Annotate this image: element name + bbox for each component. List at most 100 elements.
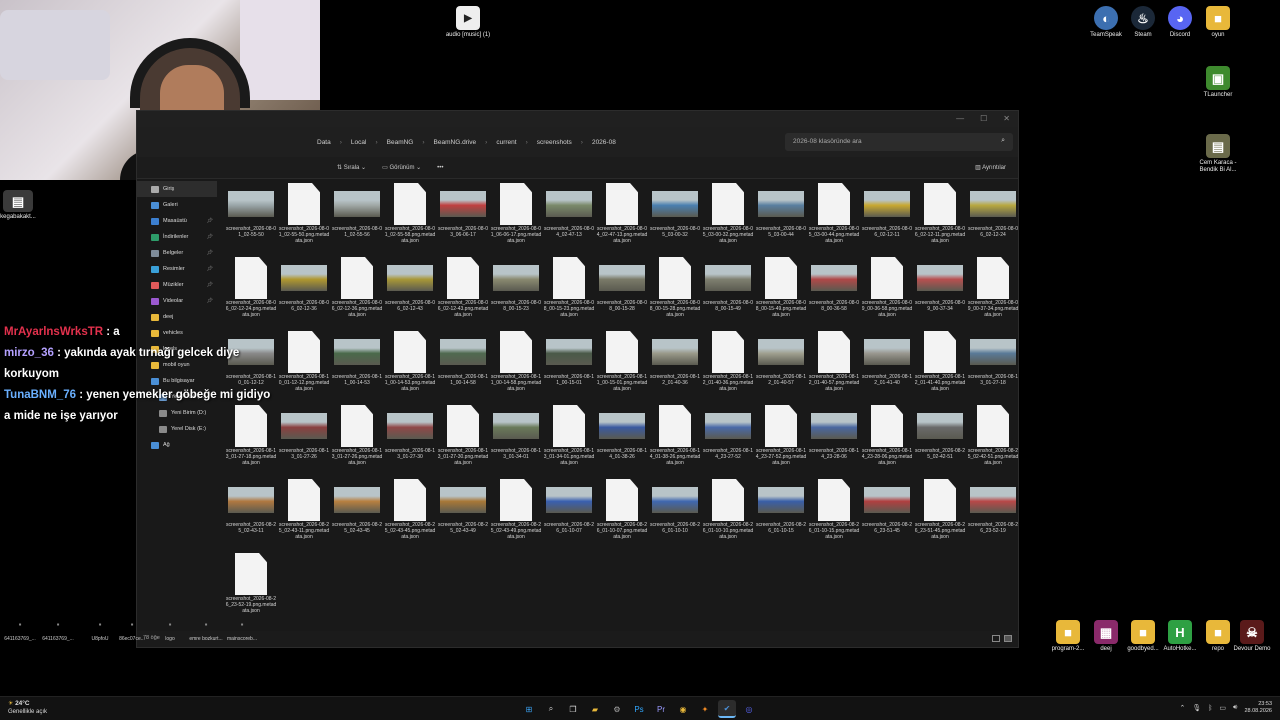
json-file-item[interactable]: screenshot_2026-08-25_02-43-45.png.metad… <box>384 479 436 540</box>
image-file-item[interactable]: screenshot_2026-08-05_03-00-32 <box>649 183 701 238</box>
breadcrumb-beamng-drive[interactable]: BeamNG.drive <box>434 139 477 146</box>
breadcrumb-data[interactable]: Data <box>317 139 331 146</box>
image-file-item[interactable]: screenshot_2026-08-14_23-28-06 <box>808 405 860 460</box>
json-file-item[interactable]: screenshot_2026-08-09_00-37-34.png.metad… <box>967 257 1019 318</box>
breadcrumb-2026-08[interactable]: 2026-08 <box>592 139 616 146</box>
json-file-item[interactable]: screenshot_2026-08-26_23-51-45.png.metad… <box>914 479 966 540</box>
nav-item[interactable]: Müzikler 📌︎ <box>137 277 217 293</box>
nav-item[interactable]: Ağ <box>137 437 217 453</box>
discord-taskbar-icon[interactable]: ◎ <box>740 700 758 718</box>
json-file-item[interactable]: screenshot_2026-08-14_23-28-06.png.metad… <box>861 405 913 466</box>
json-file-item[interactable]: screenshot_2026-08-06_02-12-11.png.metad… <box>914 183 966 244</box>
network-icon[interactable]: ▭ <box>1219 704 1226 712</box>
nav-item[interactable]: Belgeler 📌︎ <box>137 245 217 261</box>
nav-item[interactable]: Giriş <box>137 181 217 197</box>
image-file-item[interactable]: screenshot_2026-08-25_02-43-45 <box>331 479 383 534</box>
json-file-item[interactable]: screenshot_2026-08-05_03-00-32.png.metad… <box>702 183 754 244</box>
json-file-item[interactable]: screenshot_2026-08-05_03-00-44.png.metad… <box>808 183 860 244</box>
nav-item[interactable]: Galeri <box>137 197 217 213</box>
image-file-item[interactable]: screenshot_2026-08-01_02-55-50 <box>225 183 277 238</box>
json-file-item[interactable]: screenshot_2026-08-11_00-15-01.png.metad… <box>596 331 648 392</box>
json-file-item[interactable]: screenshot_2026-08-26_23-52-19.png.metad… <box>225 553 277 614</box>
nav-item[interactable]: Videolar 📌︎ <box>137 293 217 309</box>
desktop-icon-tlauncher[interactable]: ▣ TLauncher <box>1190 66 1246 99</box>
minimize-button[interactable]: — <box>956 114 964 123</box>
json-file-item[interactable]: screenshot_2026-08-04_02-47-13.png.metad… <box>596 183 648 244</box>
image-file-item[interactable]: screenshot_2026-08-11_00-14-58 <box>437 331 489 386</box>
json-file-item[interactable]: screenshot_2026-08-01_06-06-17.png.metad… <box>490 183 542 244</box>
image-file-item[interactable]: screenshot_2026-08-04_02-47-13 <box>543 183 595 238</box>
weather-widget[interactable]: ☀ 24°C Genellikle açık <box>8 700 47 716</box>
sort-button[interactable]: ⇅ Sırala ⌄ <box>337 164 366 171</box>
image-file-item[interactable]: screenshot_2026-08-06_02-12-36 <box>278 257 330 312</box>
json-file-item[interactable]: screenshot_2026-08-06_02-12-24.png.metad… <box>225 257 277 318</box>
chevron-up-icon[interactable]: ⌃ <box>1179 704 1185 712</box>
image-file-item[interactable]: screenshot_2026-08-05_03-00-44 <box>755 183 807 238</box>
json-file-item[interactable]: screenshot_2026-08-13_01-34-01.png.metad… <box>543 405 595 466</box>
desktop-icon-side-tile[interactable]: ▤ kegabakakt... <box>0 190 36 221</box>
desktop-icon-audio[interactable]: ▶ audio [music] (1) <box>440 6 496 39</box>
image-file-item[interactable]: screenshot_2026-08-12_01-40-57 <box>755 331 807 386</box>
beamng-icon[interactable]: ✦ <box>696 700 714 718</box>
details-pane-button[interactable]: ▥ Ayrıntılar <box>975 164 1006 171</box>
image-file-item[interactable]: screenshot_2026-08-06_02-12-43 <box>384 257 436 312</box>
json-file-item[interactable]: screenshot_2026-08-13_01-27-30.png.metad… <box>437 405 489 466</box>
image-file-item[interactable]: screenshot_2026-08-25_02-42-51 <box>914 405 966 460</box>
json-file-item[interactable]: screenshot_2026-08-25_02-42-51.png.metad… <box>967 405 1019 466</box>
json-file-item[interactable]: screenshot_2026-08-25_02-43-11.png.metad… <box>278 479 330 540</box>
image-file-item[interactable]: screenshot_2026-08-25_02-43-11 <box>225 479 277 534</box>
image-file-item[interactable]: screenshot_2026-08-09_00-37-34 <box>914 257 966 312</box>
json-file-item[interactable]: screenshot_2026-08-06_02-12-36.png.metad… <box>331 257 383 318</box>
image-file-item[interactable]: screenshot_2026-08-08_00-15-23 <box>490 257 542 312</box>
view-button[interactable]: ▭ Görünüm ⌄ <box>382 164 421 171</box>
details-view-icon[interactable] <box>992 635 1000 642</box>
image-file-item[interactable]: screenshot_2026-08-11_00-15-01 <box>543 331 595 386</box>
nav-item[interactable]: Masaüstü 📌︎ <box>137 213 217 229</box>
nav-item[interactable]: İndirilenler 📌︎ <box>137 229 217 245</box>
image-file-item[interactable]: screenshot_2026-08-08_00-36-58 <box>808 257 860 312</box>
file-explorer-icon[interactable]: ▰ <box>586 700 604 718</box>
json-file-item[interactable]: screenshot_2026-08-09_00-36-58.png.metad… <box>861 257 913 318</box>
json-file-item[interactable]: screenshot_2026-08-06_02-12-43.png.metad… <box>437 257 489 318</box>
json-file-item[interactable]: screenshot_2026-08-01_02-55-58.png.metad… <box>384 183 436 244</box>
desktop-mini-icon[interactable]: ▪ 641163769_... <box>38 620 78 642</box>
image-file-item[interactable]: screenshot_2026-08-08_00-15-28 <box>596 257 648 312</box>
image-file-item[interactable]: screenshot_2026-08-26_23-52-19 <box>967 479 1019 534</box>
desktop-mini-icon[interactable]: ▪ mainscoreb... <box>222 620 262 642</box>
json-file-item[interactable]: screenshot_2026-08-12_01-40-36.png.metad… <box>702 331 754 392</box>
json-file-item[interactable]: screenshot_2026-08-10_01-12-12.png.metad… <box>278 331 330 392</box>
desktop-mini-icon[interactable]: ▪ 86ec07ce... <box>112 620 152 642</box>
windows-start-icon[interactable]: ⊞ <box>520 700 538 718</box>
json-file-item[interactable]: screenshot_2026-08-26_01-10-10.png.metad… <box>702 479 754 540</box>
json-file-item[interactable]: screenshot_2026-08-25_02-43-49.png.metad… <box>490 479 542 540</box>
image-file-item[interactable]: screenshot_2026-08-06_02-12-24 <box>967 183 1019 238</box>
json-file-item[interactable]: screenshot_2026-08-14_23-27-52.png.metad… <box>755 405 807 466</box>
settings-icon[interactable]: ⚙ <box>608 700 626 718</box>
image-file-item[interactable]: screenshot_2026-08-01_02-55-56 <box>331 183 383 238</box>
chrome-icon[interactable]: ◉ <box>674 700 692 718</box>
breadcrumb-beamng[interactable]: BeamNG <box>387 139 414 146</box>
volume-icon[interactable]: 🔊︎ <box>1233 704 1237 712</box>
mic-icon[interactable]: 🎙︎ <box>1192 704 1201 712</box>
json-file-item[interactable]: screenshot_2026-08-26_01-10-15.png.metad… <box>808 479 860 540</box>
more-options-button[interactable]: ••• <box>437 165 443 171</box>
clock[interactable]: 23:53 28.08.2026 <box>1244 701 1272 715</box>
json-file-item[interactable]: screenshot_2026-08-01_02-55-50.png.metad… <box>278 183 330 244</box>
json-file-item[interactable]: screenshot_2026-08-08_00-15-49.png.metad… <box>755 257 807 318</box>
desktop-mini-icon[interactable]: ▪ 641163769_... <box>0 620 40 642</box>
image-file-item[interactable]: screenshot_2026-08-03_06-06-17 <box>437 183 489 238</box>
premiere-icon[interactable]: Pr <box>652 700 670 718</box>
image-file-item[interactable]: screenshot_2026-08-13_01-34-01 <box>490 405 542 460</box>
desktop-mini-icon[interactable]: ▪ emre bozkurt... <box>186 620 226 642</box>
image-file-item[interactable]: screenshot_2026-08-26_23-51-45 <box>861 479 913 534</box>
explorer-active-icon[interactable]: ✔ <box>718 700 736 718</box>
close-button[interactable]: ✕ <box>1003 114 1010 123</box>
image-file-item[interactable]: screenshot_2026-08-26_01-10-07 <box>543 479 595 534</box>
image-file-item[interactable]: screenshot_2026-08-26_01-10-15 <box>755 479 807 534</box>
image-file-item[interactable]: screenshot_2026-08-13_01-27-26 <box>278 405 330 460</box>
json-file-item[interactable]: screenshot_2026-08-12_01-40-57.png.metad… <box>808 331 860 392</box>
image-file-item[interactable]: screenshot_2026-08-26_01-10-10 <box>649 479 701 534</box>
maximize-button[interactable]: ☐ <box>980 114 987 123</box>
image-file-item[interactable]: screenshot_2026-08-25_02-43-49 <box>437 479 489 534</box>
image-file-item[interactable]: screenshot_2026-08-08_00-15-49 <box>702 257 754 312</box>
